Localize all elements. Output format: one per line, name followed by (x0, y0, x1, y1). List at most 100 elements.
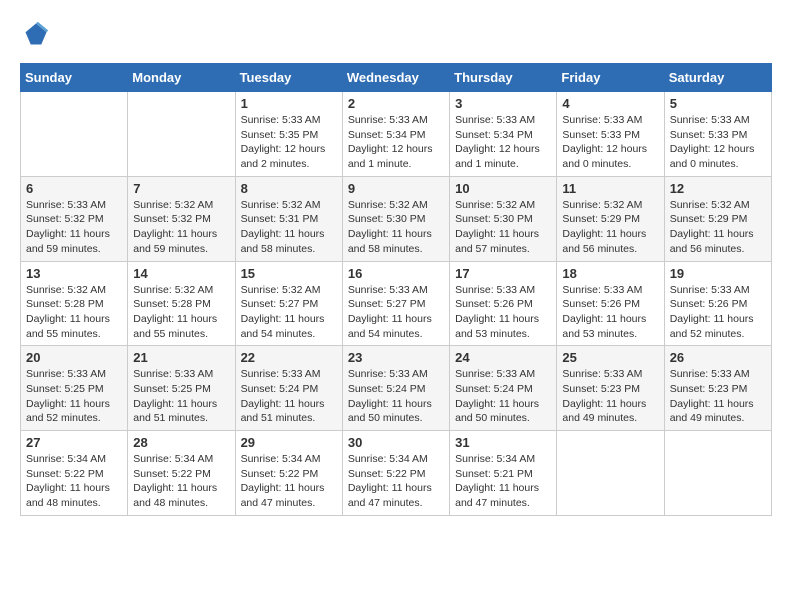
calendar-cell: 22Sunrise: 5:33 AM Sunset: 5:24 PM Dayli… (235, 346, 342, 431)
calendar-cell: 8 Sunrise: 5:32 AM Sunset: 5:31 PM Daylig… (235, 176, 342, 261)
calendar-cell: 1 Sunrise: 5:33 AM Sunset: 5:35 PM Daylig… (235, 92, 342, 177)
day-content: Sunrise: 5:32 AM Sunset: 5:31 PM Dayligh… (241, 198, 337, 257)
day-number: 28 (133, 435, 229, 450)
day-number: 19 (670, 266, 766, 281)
day-content: Sunrise: 5:33 AM Sunset: 5:25 PM Dayligh… (133, 367, 229, 426)
day-content: Sunrise: 5:32 AM Sunset: 5:30 PM Dayligh… (455, 198, 551, 257)
day-content: Sunrise: 5:32 AM Sunset: 5:29 PM Dayligh… (562, 198, 658, 257)
day-number: 8 (241, 181, 337, 196)
day-content: Sunrise: 5:32 AM Sunset: 5:32 PM Dayligh… (133, 198, 229, 257)
calendar-cell: 26 Sunrise: 5:33 AM Sunset: 5:23 PM Dayli… (664, 346, 771, 431)
day-number: 7 (133, 181, 229, 196)
day-number: 14 (133, 266, 229, 281)
calendar-cell: 29 Sunrise: 5:34 AM Sunset: 5:22 PM Dayli… (235, 431, 342, 516)
calendar-cell (128, 92, 235, 177)
day-content: Sunrise: 5:32 AM Sunset: 5:28 PM Dayligh… (133, 283, 229, 342)
calendar-cell: 10 Sunrise: 5:32 AM Sunset: 5:30 PM Dayli… (450, 176, 557, 261)
calendar-cell (557, 431, 664, 516)
calendar-cell: 17Sunrise: 5:33 AM Sunset: 5:26 PM Dayli… (450, 261, 557, 346)
day-content: Sunrise: 5:33 AM Sunset: 5:32 PM Dayligh… (26, 198, 122, 257)
day-content: Sunrise: 5:33 AM Sunset: 5:24 PM Dayligh… (348, 367, 444, 426)
day-number: 27 (26, 435, 122, 450)
week-row-2: 13 Sunrise: 5:32 AM Sunset: 5:28 PM Dayli… (21, 261, 772, 346)
day-content: Sunrise: 5:33 AM Sunset: 5:26 PM Dayligh… (562, 283, 658, 342)
calendar-header: SundayMondayTuesdayWednesdayThursdayFrid… (21, 64, 772, 92)
day-number: 11 (562, 181, 658, 196)
day-number: 17 (455, 266, 551, 281)
day-content: Sunrise: 5:33 AM Sunset: 5:34 PM Dayligh… (455, 113, 551, 172)
day-number: 29 (241, 435, 337, 450)
day-number: 26 (670, 350, 766, 365)
week-row-3: 20 Sunrise: 5:33 AM Sunset: 5:25 PM Dayli… (21, 346, 772, 431)
day-content: Sunrise: 5:34 AM Sunset: 5:22 PM Dayligh… (26, 452, 122, 511)
day-number: 16 (348, 266, 444, 281)
calendar-cell: 21 Sunrise: 5:33 AM Sunset: 5:25 PM Dayli… (128, 346, 235, 431)
day-number: 3 (455, 96, 551, 111)
day-number: 21 (133, 350, 229, 365)
header-cell-monday: Monday (128, 64, 235, 92)
calendar-cell: 31 Sunrise: 5:34 AM Sunset: 5:21 PM Dayli… (450, 431, 557, 516)
week-row-4: 27 Sunrise: 5:34 AM Sunset: 5:22 PM Dayli… (21, 431, 772, 516)
day-number: 9 (348, 181, 444, 196)
day-number: 31 (455, 435, 551, 450)
day-number: 20 (26, 350, 122, 365)
day-content: Sunrise: 5:34 AM Sunset: 5:22 PM Dayligh… (133, 452, 229, 511)
calendar-cell: 30Sunrise: 5:34 AM Sunset: 5:22 PM Dayli… (342, 431, 449, 516)
day-number: 22 (241, 350, 337, 365)
day-number: 24 (455, 350, 551, 365)
calendar-cell (664, 431, 771, 516)
day-content: Sunrise: 5:32 AM Sunset: 5:29 PM Dayligh… (670, 198, 766, 257)
day-number: 18 (562, 266, 658, 281)
header-row: SundayMondayTuesdayWednesdayThursdayFrid… (21, 64, 772, 92)
day-number: 23 (348, 350, 444, 365)
calendar-cell: 28 Sunrise: 5:34 AM Sunset: 5:22 PM Dayli… (128, 431, 235, 516)
calendar-cell: 13 Sunrise: 5:32 AM Sunset: 5:28 PM Dayli… (21, 261, 128, 346)
day-content: Sunrise: 5:33 AM Sunset: 5:34 PM Dayligh… (348, 113, 444, 172)
day-number: 10 (455, 181, 551, 196)
day-number: 15 (241, 266, 337, 281)
header-cell-tuesday: Tuesday (235, 64, 342, 92)
week-row-1: 6 Sunrise: 5:33 AM Sunset: 5:32 PM Daylig… (21, 176, 772, 261)
calendar-cell: 15Sunrise: 5:32 AM Sunset: 5:27 PM Dayli… (235, 261, 342, 346)
logo (20, 20, 50, 53)
calendar-cell: 5Sunrise: 5:33 AM Sunset: 5:33 PM Daylig… (664, 92, 771, 177)
day-number: 2 (348, 96, 444, 111)
calendar-cell: 20 Sunrise: 5:33 AM Sunset: 5:25 PM Dayli… (21, 346, 128, 431)
calendar-cell: 24Sunrise: 5:33 AM Sunset: 5:24 PM Dayli… (450, 346, 557, 431)
calendar-cell: 7 Sunrise: 5:32 AM Sunset: 5:32 PM Daylig… (128, 176, 235, 261)
day-content: Sunrise: 5:34 AM Sunset: 5:21 PM Dayligh… (455, 452, 551, 511)
calendar-cell: 9 Sunrise: 5:32 AM Sunset: 5:30 PM Daylig… (342, 176, 449, 261)
calendar-cell: 18 Sunrise: 5:33 AM Sunset: 5:26 PM Dayli… (557, 261, 664, 346)
header-cell-saturday: Saturday (664, 64, 771, 92)
calendar-cell: 27 Sunrise: 5:34 AM Sunset: 5:22 PM Dayli… (21, 431, 128, 516)
header-cell-sunday: Sunday (21, 64, 128, 92)
header-cell-thursday: Thursday (450, 64, 557, 92)
day-content: Sunrise: 5:33 AM Sunset: 5:27 PM Dayligh… (348, 283, 444, 342)
page-header (20, 20, 772, 53)
calendar-cell: 3 Sunrise: 5:33 AM Sunset: 5:34 PM Daylig… (450, 92, 557, 177)
day-content: Sunrise: 5:33 AM Sunset: 5:26 PM Dayligh… (670, 283, 766, 342)
day-number: 25 (562, 350, 658, 365)
day-number: 4 (562, 96, 658, 111)
calendar-cell: 11 Sunrise: 5:32 AM Sunset: 5:29 PM Dayli… (557, 176, 664, 261)
day-content: Sunrise: 5:33 AM Sunset: 5:33 PM Dayligh… (562, 113, 658, 172)
calendar-cell: 6 Sunrise: 5:33 AM Sunset: 5:32 PM Daylig… (21, 176, 128, 261)
day-content: Sunrise: 5:34 AM Sunset: 5:22 PM Dayligh… (241, 452, 337, 511)
day-content: Sunrise: 5:33 AM Sunset: 5:23 PM Dayligh… (670, 367, 766, 426)
day-content: Sunrise: 5:34 AM Sunset: 5:22 PM Dayligh… (348, 452, 444, 511)
calendar-cell: 4 Sunrise: 5:33 AM Sunset: 5:33 PM Daylig… (557, 92, 664, 177)
day-number: 13 (26, 266, 122, 281)
calendar-body: 1 Sunrise: 5:33 AM Sunset: 5:35 PM Daylig… (21, 92, 772, 516)
day-content: Sunrise: 5:33 AM Sunset: 5:25 PM Dayligh… (26, 367, 122, 426)
day-number: 6 (26, 181, 122, 196)
calendar-cell: 16 Sunrise: 5:33 AM Sunset: 5:27 PM Dayli… (342, 261, 449, 346)
calendar-cell: 19 Sunrise: 5:33 AM Sunset: 5:26 PM Dayli… (664, 261, 771, 346)
day-content: Sunrise: 5:33 AM Sunset: 5:23 PM Dayligh… (562, 367, 658, 426)
calendar-cell: 2 Sunrise: 5:33 AM Sunset: 5:34 PM Daylig… (342, 92, 449, 177)
calendar-cell (21, 92, 128, 177)
day-content: Sunrise: 5:33 AM Sunset: 5:35 PM Dayligh… (241, 113, 337, 172)
day-number: 1 (241, 96, 337, 111)
day-content: Sunrise: 5:32 AM Sunset: 5:28 PM Dayligh… (26, 283, 122, 342)
day-content: Sunrise: 5:32 AM Sunset: 5:30 PM Dayligh… (348, 198, 444, 257)
day-number: 5 (670, 96, 766, 111)
